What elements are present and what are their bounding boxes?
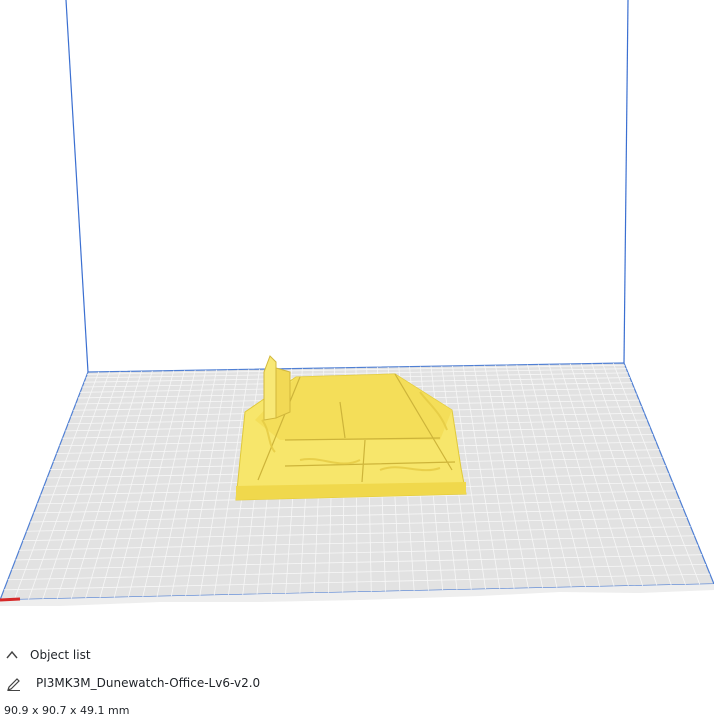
volume-edge-left <box>65 0 89 373</box>
object-list-title: Object list <box>30 648 91 662</box>
chevron-up-icon[interactable] <box>5 648 19 662</box>
3d-viewport[interactable] <box>0 0 714 640</box>
object-dimensions: 90.9 x 90.7 x 49.1 mm <box>4 703 130 717</box>
origin-x-axis <box>0 597 21 602</box>
object-dimensions-row: 90.9 x 90.7 x 49.1 mm <box>0 702 129 718</box>
object-name[interactable]: PI3MK3M_Dunewatch-Office-Lv6-v2.0 <box>36 676 260 690</box>
pencil-icon[interactable] <box>6 675 22 691</box>
object-list-item[interactable]: PI3MK3M_Dunewatch-Office-Lv6-v2.0 <box>0 674 260 692</box>
object-list-header[interactable]: Object list <box>0 646 91 664</box>
object-list-panel: Object list PI3MK3M_Dunewatch-Office-Lv6… <box>0 640 714 723</box>
volume-edge-right <box>623 0 629 364</box>
